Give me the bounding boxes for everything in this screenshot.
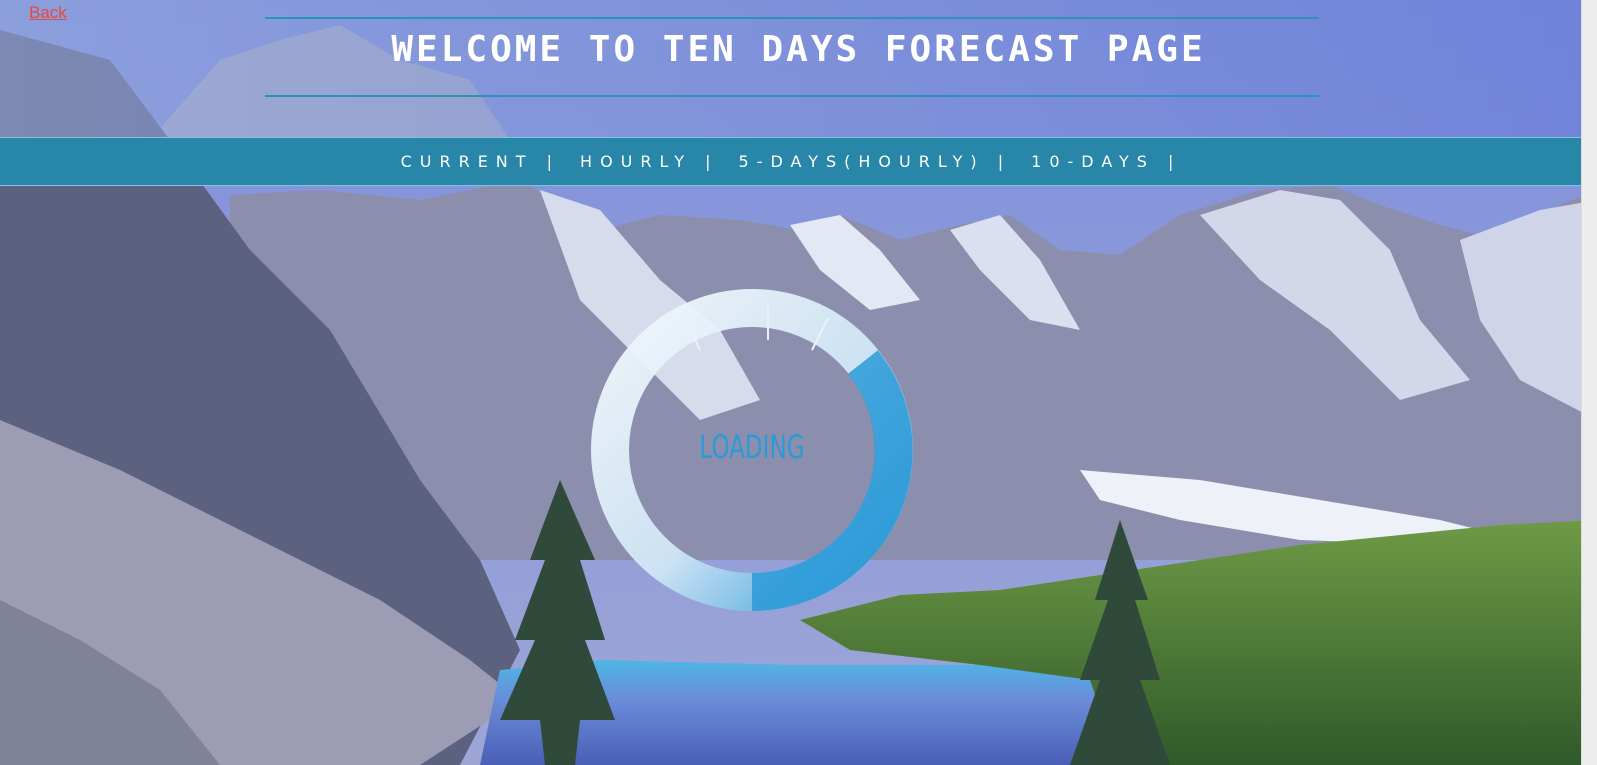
nav-item-hourly[interactable]: HOURLY |	[580, 152, 719, 171]
forecast-nav-bar: CURRENT | HOURLY | 5-DAYS(HOURLY) | 10-D…	[0, 137, 1582, 186]
page: WELCOME TO TEN DAYS FORECAST PAGE Back C…	[0, 0, 1597, 765]
nav-item-current[interactable]: CURRENT |	[401, 152, 560, 171]
vertical-scrollbar[interactable]	[1581, 0, 1597, 765]
header-top-rule	[265, 17, 1319, 19]
nav-item-10-days[interactable]: 10-DAYS |	[1031, 152, 1181, 171]
header-bottom-rule	[265, 95, 1319, 97]
page-title: WELCOME TO TEN DAYS FORECAST PAGE	[391, 29, 1206, 70]
nav-item-5-days-hourly[interactable]: 5-DAYS(HOURLY) |	[739, 152, 1012, 171]
back-link[interactable]: Back	[29, 3, 67, 23]
loading-label: LOADING	[699, 428, 805, 466]
